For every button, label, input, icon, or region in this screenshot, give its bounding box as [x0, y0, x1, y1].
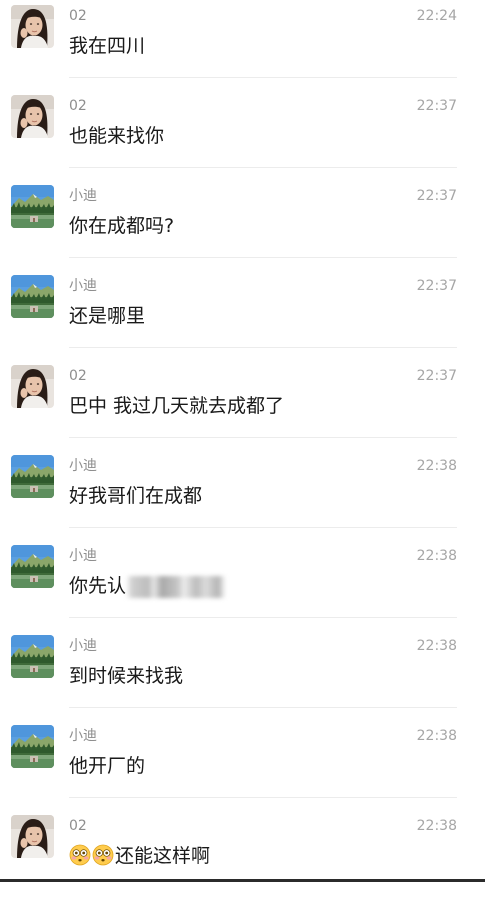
- message-time: 22:37: [416, 278, 457, 294]
- flushed-emoji-icon: [69, 844, 91, 866]
- sender-name: 小迪: [69, 278, 97, 294]
- divider: [69, 257, 457, 258]
- landscape-avatar[interactable]: [11, 275, 54, 318]
- divider: [69, 617, 457, 618]
- message-text: 好我哥们在成都: [69, 485, 203, 507]
- message-row[interactable]: 小迪 22:37 还是哪里: [0, 270, 485, 360]
- sender-name: 02: [69, 8, 87, 24]
- message-time: 22:38: [416, 458, 457, 474]
- message-time: 22:38: [416, 728, 457, 744]
- landscape-avatar[interactable]: [11, 635, 54, 678]
- message-row[interactable]: 02 22:37 也能来找你: [0, 90, 485, 180]
- message-text: 也能来找你: [69, 125, 165, 147]
- message-row[interactable]: 小迪 22:38 他开厂的: [0, 720, 485, 810]
- portrait-avatar[interactable]: [11, 365, 54, 408]
- sender-name: 02: [69, 368, 87, 384]
- divider: [69, 797, 457, 798]
- message-time: 22:24: [416, 8, 457, 24]
- landscape-avatar[interactable]: [11, 455, 54, 498]
- message-row[interactable]: 小迪 22:38 你先认: [0, 540, 485, 630]
- divider: [69, 77, 457, 78]
- divider: [69, 167, 457, 168]
- message-text: 还是哪里: [69, 305, 146, 327]
- divider: [69, 707, 457, 708]
- message-row[interactable]: 02 22:37 巴中 我过几天就去成都了: [0, 360, 485, 450]
- sender-name: 小迪: [69, 728, 97, 744]
- divider: [69, 347, 457, 348]
- message-row[interactable]: 小迪 22:38 到时候来找我: [0, 630, 485, 720]
- message-time: 22:38: [416, 818, 457, 834]
- sender-name: 小迪: [69, 188, 97, 204]
- message-text: 到时候来找我: [69, 665, 184, 687]
- portrait-avatar[interactable]: [11, 5, 54, 48]
- message-time: 22:38: [416, 638, 457, 654]
- message-text-container: 还能这样啊: [69, 844, 210, 868]
- message-time: 22:37: [416, 98, 457, 114]
- message-time: 22:37: [416, 368, 457, 384]
- message-text: 你在成都吗?: [69, 215, 175, 237]
- message-row[interactable]: 小迪 22:38 好我哥们在成都: [0, 450, 485, 540]
- sender-name: 小迪: [69, 458, 97, 474]
- message-row[interactable]: 02 22:38 还能这样啊: [0, 810, 485, 900]
- message-time: 22:38: [416, 548, 457, 564]
- portrait-avatar[interactable]: [11, 815, 54, 858]
- conversation-list: 02 22:24 我在四川 02 22:37 也能来找你 小迪 22:37 你在…: [0, 0, 485, 882]
- message-time: 22:37: [416, 188, 457, 204]
- message-text: 巴中 我过几天就去成都了: [69, 395, 285, 417]
- landscape-avatar[interactable]: [11, 725, 54, 768]
- message-text: 我在四川: [69, 35, 146, 57]
- message-text: 他开厂的: [69, 755, 146, 777]
- sender-name: 02: [69, 98, 87, 114]
- landscape-avatar[interactable]: [11, 545, 54, 588]
- divider: [69, 527, 457, 528]
- message-text: 还能这样啊: [115, 845, 211, 867]
- redacted-blur: [126, 575, 227, 598]
- flushed-emoji-icon: [92, 844, 114, 866]
- sender-name: 小迪: [69, 548, 97, 564]
- message-row[interactable]: 02 22:24 我在四川: [0, 0, 485, 90]
- sender-name: 02: [69, 818, 87, 834]
- portrait-avatar[interactable]: [11, 95, 54, 138]
- divider: [69, 437, 457, 438]
- message-row[interactable]: 小迪 22:37 你在成都吗?: [0, 180, 485, 270]
- message-text-container: 你先认: [69, 574, 227, 598]
- sender-name: 小迪: [69, 638, 97, 654]
- message-text: 你先认: [69, 575, 127, 597]
- landscape-avatar[interactable]: [11, 185, 54, 228]
